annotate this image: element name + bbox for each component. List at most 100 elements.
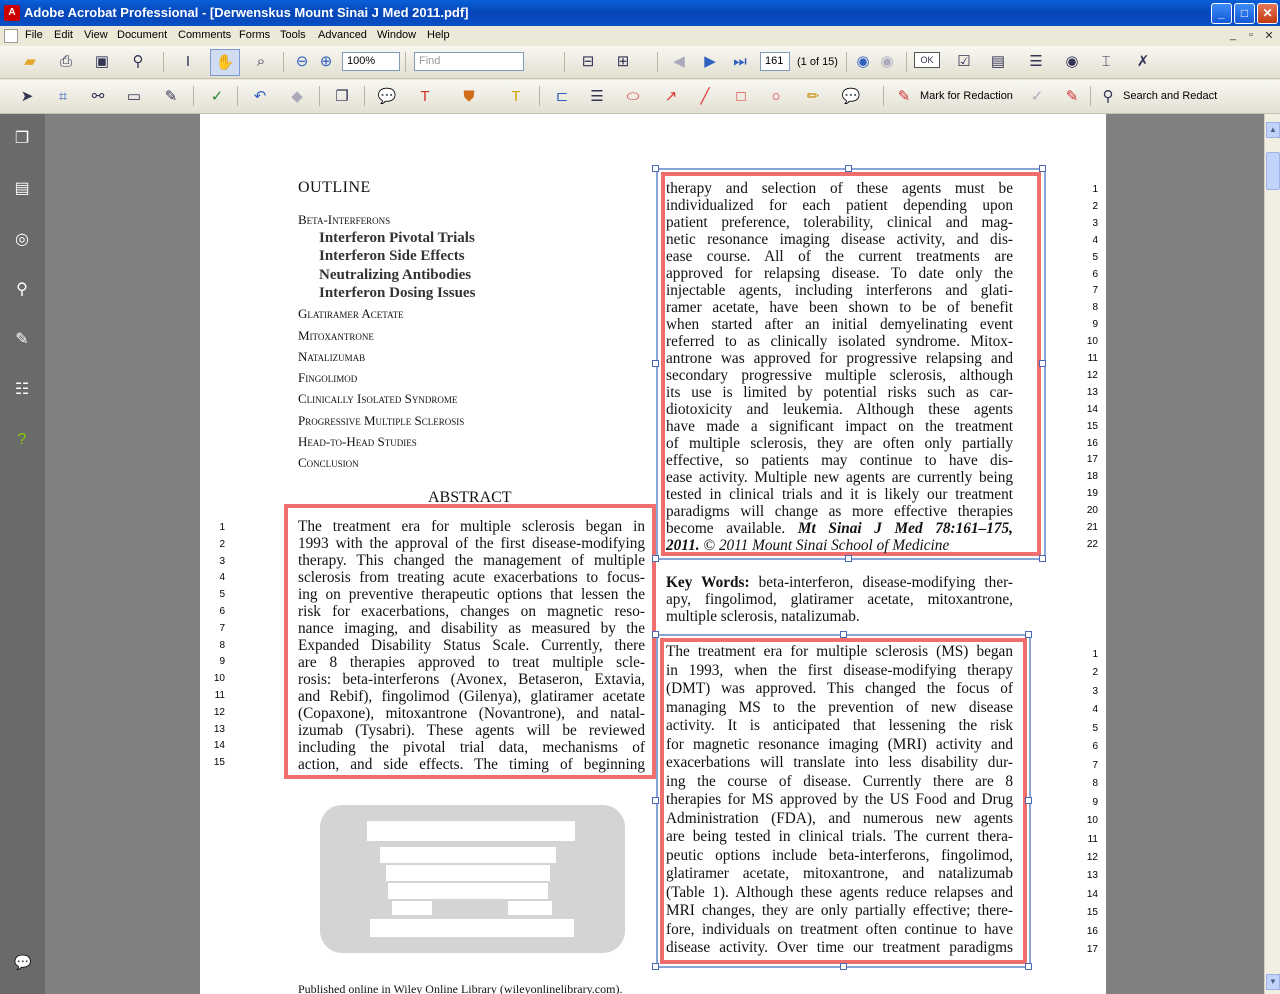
link-tool-icon[interactable]: ⚯ xyxy=(87,86,109,108)
signatures-panel-icon[interactable]: ◎ xyxy=(11,229,33,251)
text-line: secondary progressive multiple sclerosis… xyxy=(666,367,1013,384)
citation-line: 2011. © 2011 Mount Sinai School of Medic… xyxy=(666,537,950,554)
show-comments-icon[interactable]: 💬 xyxy=(840,86,862,108)
pencil-tool-icon[interactable]: ✏ xyxy=(802,86,824,108)
fit-width-icon[interactable]: ⊞ xyxy=(612,51,634,73)
line-tool-icon[interactable]: ╱ xyxy=(694,86,716,108)
redaction-properties-icon[interactable]: ✎ xyxy=(1061,86,1083,108)
introduction-text: The treatment era for multiple sclerosis… xyxy=(666,643,1013,958)
model-tree-panel-icon[interactable]: ☷ xyxy=(11,379,33,401)
attachments-panel-icon[interactable]: ⚲ xyxy=(11,279,33,301)
text-box-tool-icon[interactable]: ☰ xyxy=(586,86,608,108)
close-button[interactable]: ✕ xyxy=(1257,3,1278,24)
spell-check-icon[interactable]: ✓ xyxy=(206,86,228,108)
document-view[interactable]: OUTLINE Beta-Interferons Interferon Pivot… xyxy=(45,114,1264,994)
mark-for-redaction-button[interactable]: Mark for Redaction xyxy=(920,90,1013,102)
callout-icon[interactable]: ⊏ xyxy=(551,86,573,108)
oval-tool-icon[interactable]: ○ xyxy=(765,86,787,108)
combo-box-tool-icon[interactable]: ▤ xyxy=(987,51,1009,73)
touchup-text-icon[interactable]: ✎ xyxy=(160,86,182,108)
mark-for-redaction-icon[interactable]: ✎ xyxy=(893,86,915,108)
bookmarks-panel-icon[interactable]: ▤ xyxy=(11,178,33,200)
scroll-thumb[interactable] xyxy=(1266,152,1280,190)
select-object-icon[interactable]: ➤ xyxy=(16,86,38,108)
menu-edit[interactable]: Edit xyxy=(54,29,73,41)
stamp-disabled-icon[interactable]: ◆ xyxy=(286,86,308,108)
fit-page-icon[interactable]: ⊟ xyxy=(577,51,599,73)
text-line: are being tested in clinical trials. The… xyxy=(666,828,1013,845)
menu-window[interactable]: Window xyxy=(377,29,416,41)
line-number: 17 xyxy=(1086,454,1098,466)
search-and-redact-icon[interactable]: ⚲ xyxy=(1097,86,1119,108)
pages-icon[interactable]: ❐ xyxy=(331,86,353,108)
menu-file[interactable]: File xyxy=(25,29,43,41)
zoom-in-icon[interactable]: ⊕ xyxy=(315,51,337,73)
text-line: exacerbations will translate into less d… xyxy=(666,754,1013,771)
page-number-field[interactable]: 161 xyxy=(760,52,790,71)
outline-item: Natalizumab xyxy=(298,349,366,364)
text-edits-icon[interactable]: T xyxy=(414,86,436,108)
next-view-icon[interactable]: ◉ xyxy=(876,51,898,73)
binoculars-icon[interactable]: ⚲ xyxy=(127,51,149,73)
menu-document[interactable]: Document xyxy=(117,29,167,41)
previous-page-icon[interactable]: ◀ xyxy=(668,51,690,73)
menu-help[interactable]: Help xyxy=(427,29,450,41)
line-number: 14 xyxy=(1086,888,1098,900)
cloud-tool-icon[interactable]: ⬭ xyxy=(622,86,644,108)
comment-list-icon[interactable]: 💬 xyxy=(10,954,36,972)
line-number: 8 xyxy=(1092,302,1098,314)
form-button-icon[interactable]: OK xyxy=(914,52,940,68)
note-comment-icon[interactable]: 💬 xyxy=(376,86,398,108)
list-box-tool-icon[interactable]: ☰ xyxy=(1025,51,1047,73)
text-line: ease course. All of the current treatmen… xyxy=(666,248,1013,265)
menu-forms[interactable]: Forms xyxy=(239,29,270,41)
vertical-scrollbar[interactable]: ▲ ▼ xyxy=(1264,114,1280,994)
comments-panel-icon[interactable]: ✎ xyxy=(11,329,33,351)
text-box-icon[interactable]: ▭ xyxy=(123,86,145,108)
menu-comments[interactable]: Comments xyxy=(178,29,231,41)
text-line: The treatment era for multiple sclerosis… xyxy=(298,518,645,535)
scroll-up-icon[interactable]: ▲ xyxy=(1266,122,1280,138)
minimize-button[interactable]: _ xyxy=(1211,3,1232,24)
find-input[interactable]: Find xyxy=(414,52,524,71)
stamp-icon[interactable]: ⛊ xyxy=(458,86,480,108)
line-number: 10 xyxy=(1086,815,1098,827)
zoom-out-icon[interactable]: ⊖ xyxy=(291,51,313,73)
menu-view[interactable]: View xyxy=(84,29,108,41)
save-icon[interactable]: ▣ xyxy=(91,51,113,73)
radio-button-tool-icon[interactable]: ◉ xyxy=(1061,51,1083,73)
maximize-button[interactable]: □ xyxy=(1234,3,1255,24)
apply-redactions-icon[interactable]: ✓ xyxy=(1026,86,1048,108)
last-page-icon[interactable]: ⏭ xyxy=(729,51,751,73)
crop-icon[interactable]: ⌗ xyxy=(52,86,74,108)
doc-close-icon[interactable]: ✕ xyxy=(1262,29,1276,42)
print-icon[interactable]: ⎙ xyxy=(55,51,77,73)
open-folder-icon[interactable]: ▰ xyxy=(19,51,41,73)
menu-advanced[interactable]: Advanced xyxy=(318,29,367,41)
highlight-text-icon[interactable]: T xyxy=(505,86,527,108)
digital-signature-tool-icon[interactable]: ✗ xyxy=(1132,51,1154,73)
zoom-level-field[interactable]: 100% xyxy=(342,52,400,71)
zoom-tool-icon[interactable]: ⌕ xyxy=(250,51,272,73)
arrow-tool-icon[interactable]: ↗ xyxy=(660,86,682,108)
text-field-tool-icon[interactable]: ⌶ xyxy=(1095,51,1117,73)
search-and-redact-button[interactable]: Search and Redact xyxy=(1123,90,1217,102)
line-number: 9 xyxy=(1092,319,1098,331)
acrobat-icon: A xyxy=(4,5,20,21)
help-panel-icon[interactable]: ? xyxy=(11,429,33,451)
checkbox-tool-icon[interactable]: ☑ xyxy=(953,51,975,73)
text-line: individualized for each patient dependin… xyxy=(666,197,1013,214)
menu-tools[interactable]: Tools xyxy=(280,29,306,41)
hand-tool-icon[interactable]: ✋ xyxy=(210,49,240,76)
text-line: Administration (FDA), and numerous new a… xyxy=(666,809,1013,827)
scroll-down-icon[interactable]: ▼ xyxy=(1266,974,1280,990)
doc-minimize-icon[interactable]: _ xyxy=(1226,29,1240,42)
doc-restore-icon[interactable]: ▫ xyxy=(1244,29,1258,42)
previous-view-icon[interactable]: ◉ xyxy=(852,51,874,73)
pages-panel-icon[interactable]: ❐ xyxy=(11,128,33,150)
select-text-icon[interactable]: I xyxy=(177,51,199,73)
next-page-icon[interactable]: ▶ xyxy=(699,51,721,73)
undo-icon[interactable]: ↶ xyxy=(249,86,271,108)
line-number: 4 xyxy=(219,572,225,584)
rectangle-tool-icon[interactable]: □ xyxy=(730,86,752,108)
